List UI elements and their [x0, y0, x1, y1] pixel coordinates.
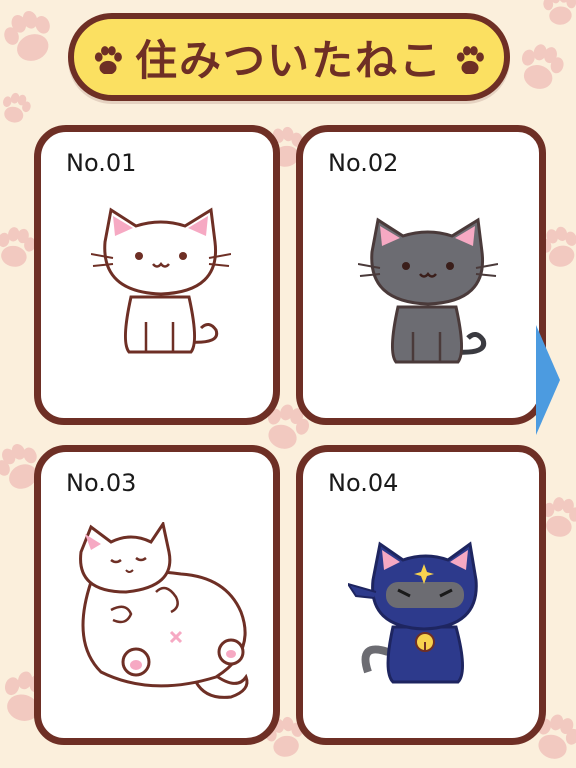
white-cat-icon [91, 207, 231, 354]
cat-card-02[interactable]: No.02 [296, 125, 546, 425]
cat-card-03[interactable]: No.03 [34, 445, 280, 745]
ninja-cat-icon [348, 541, 478, 684]
title-banner: 住みついたねこ [68, 13, 510, 101]
paw-icon [456, 46, 484, 74]
page-title: 住みついたねこ [134, 35, 443, 85]
arrow-right-icon[interactable] [534, 325, 562, 435]
card-number: No.04 [328, 469, 399, 497]
card-number: No.02 [328, 149, 399, 177]
chubby-cat-icon [79, 522, 249, 699]
paw-icon [94, 46, 122, 74]
gray-cat-icon [358, 217, 498, 364]
card-number: No.01 [66, 149, 137, 177]
cat-card-01[interactable]: No.01 [34, 125, 280, 425]
card-number: No.03 [66, 469, 137, 497]
cat-card-04[interactable]: No.04 [296, 445, 546, 745]
